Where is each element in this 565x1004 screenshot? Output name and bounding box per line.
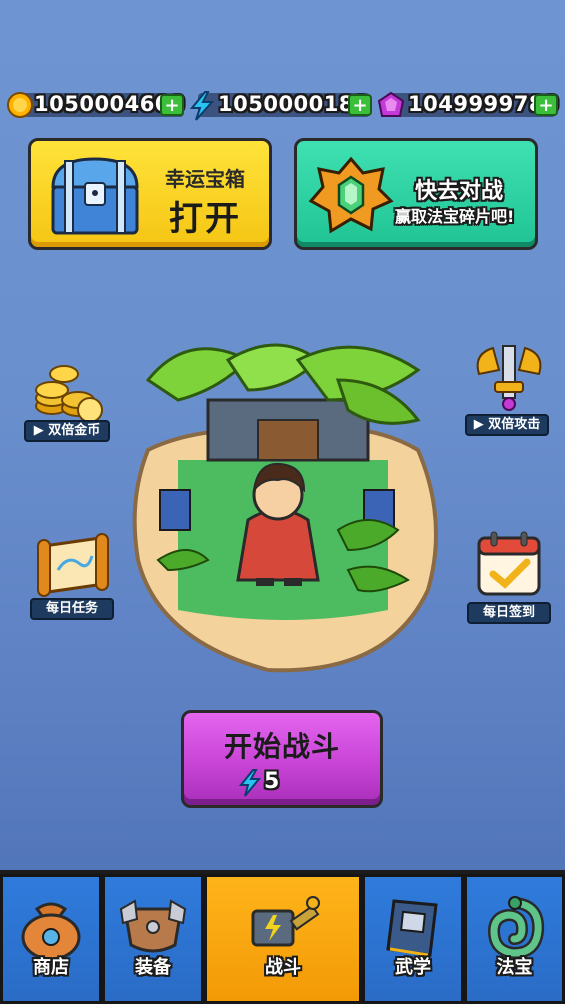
tab-equipment-label: 装备 bbox=[135, 957, 171, 978]
gem-currency: 1049999780 + bbox=[376, 90, 559, 120]
go-battle-banner[interactable]: 快去对战 赢取法宝碎片吧! bbox=[294, 138, 538, 250]
island-scene bbox=[132, 343, 438, 673]
bottom-nav: 商店 装备 战斗 武学 法宝 bbox=[0, 870, 565, 1004]
winged-sword-icon bbox=[476, 345, 542, 411]
daily-signin-button[interactable]: 每日签到 bbox=[467, 528, 551, 624]
treasure-fragment-icon bbox=[308, 156, 394, 234]
purple-gem-icon bbox=[377, 91, 405, 117]
tab-treasure-label: 法宝 bbox=[496, 957, 533, 978]
video-icon: ▶ bbox=[473, 417, 484, 432]
gold-coin-icon bbox=[7, 92, 33, 118]
armor-icon bbox=[119, 899, 187, 953]
add-gold-button[interactable]: + bbox=[160, 94, 184, 116]
lightning-icon bbox=[189, 91, 215, 121]
double-attack-button[interactable]: ▶ 双倍攻击 bbox=[465, 340, 549, 436]
daily-task-button[interactable]: 每日任务 bbox=[30, 530, 114, 620]
book-icon bbox=[386, 899, 438, 957]
lightning-icon bbox=[238, 769, 262, 797]
currency-bar: 1050004600 + 1050000189 + 1049999780 + bbox=[6, 90, 559, 121]
tab-equipment[interactable]: 装备 bbox=[102, 874, 204, 1004]
start-battle-label: 开始战斗 bbox=[223, 730, 340, 763]
win-fragments-text: 赢取法宝碎片吧! bbox=[395, 207, 515, 226]
jade-dragon-icon bbox=[487, 896, 544, 960]
tab-shop[interactable]: 商店 bbox=[0, 874, 102, 1004]
add-gem-button[interactable]: + bbox=[534, 94, 558, 116]
daily-task-label: 每日任务 bbox=[30, 598, 114, 620]
gold-currency: 1050004600 + bbox=[6, 90, 186, 120]
energy-currency: 1050000189 + bbox=[188, 90, 374, 121]
go-battle-title: 快去对战 bbox=[415, 179, 504, 204]
tab-battle-label: 战斗 bbox=[265, 957, 301, 978]
scroll-map-icon bbox=[37, 533, 109, 597]
tab-shop-label: 商店 bbox=[33, 957, 69, 978]
daily-signin-label: 每日签到 bbox=[467, 602, 551, 624]
double-attack-label: ▶ 双倍攻击 bbox=[465, 414, 549, 436]
money-bag-icon bbox=[21, 902, 81, 961]
tab-martial-arts[interactable]: 武学 bbox=[362, 874, 464, 1004]
start-battle-button[interactable]: 开始战斗 5 bbox=[181, 710, 383, 808]
gold-coins-stack-icon bbox=[35, 365, 103, 423]
calendar-check-icon bbox=[477, 531, 541, 596]
double-gold-label: ▶ 双倍金币 bbox=[24, 420, 110, 442]
double-gold-button[interactable]: ▶ 双倍金币 bbox=[24, 356, 110, 442]
open-chest-label: 打开 bbox=[169, 199, 241, 239]
tab-battle[interactable]: 战斗 bbox=[204, 874, 362, 1004]
treasure-chest-icon bbox=[51, 157, 139, 235]
tab-martial-arts-label: 武学 bbox=[395, 957, 431, 978]
energy-cost: 5 bbox=[264, 769, 280, 794]
tab-treasure[interactable]: 法宝 bbox=[464, 874, 565, 1004]
add-energy-button[interactable]: + bbox=[348, 94, 372, 116]
video-icon: ▶ bbox=[33, 423, 44, 438]
energy-value: 1050000189 bbox=[218, 92, 370, 116]
lucky-chest-title: 幸运宝箱 bbox=[165, 167, 245, 191]
lucky-chest-banner[interactable]: 幸运宝箱 打开 bbox=[28, 138, 272, 250]
